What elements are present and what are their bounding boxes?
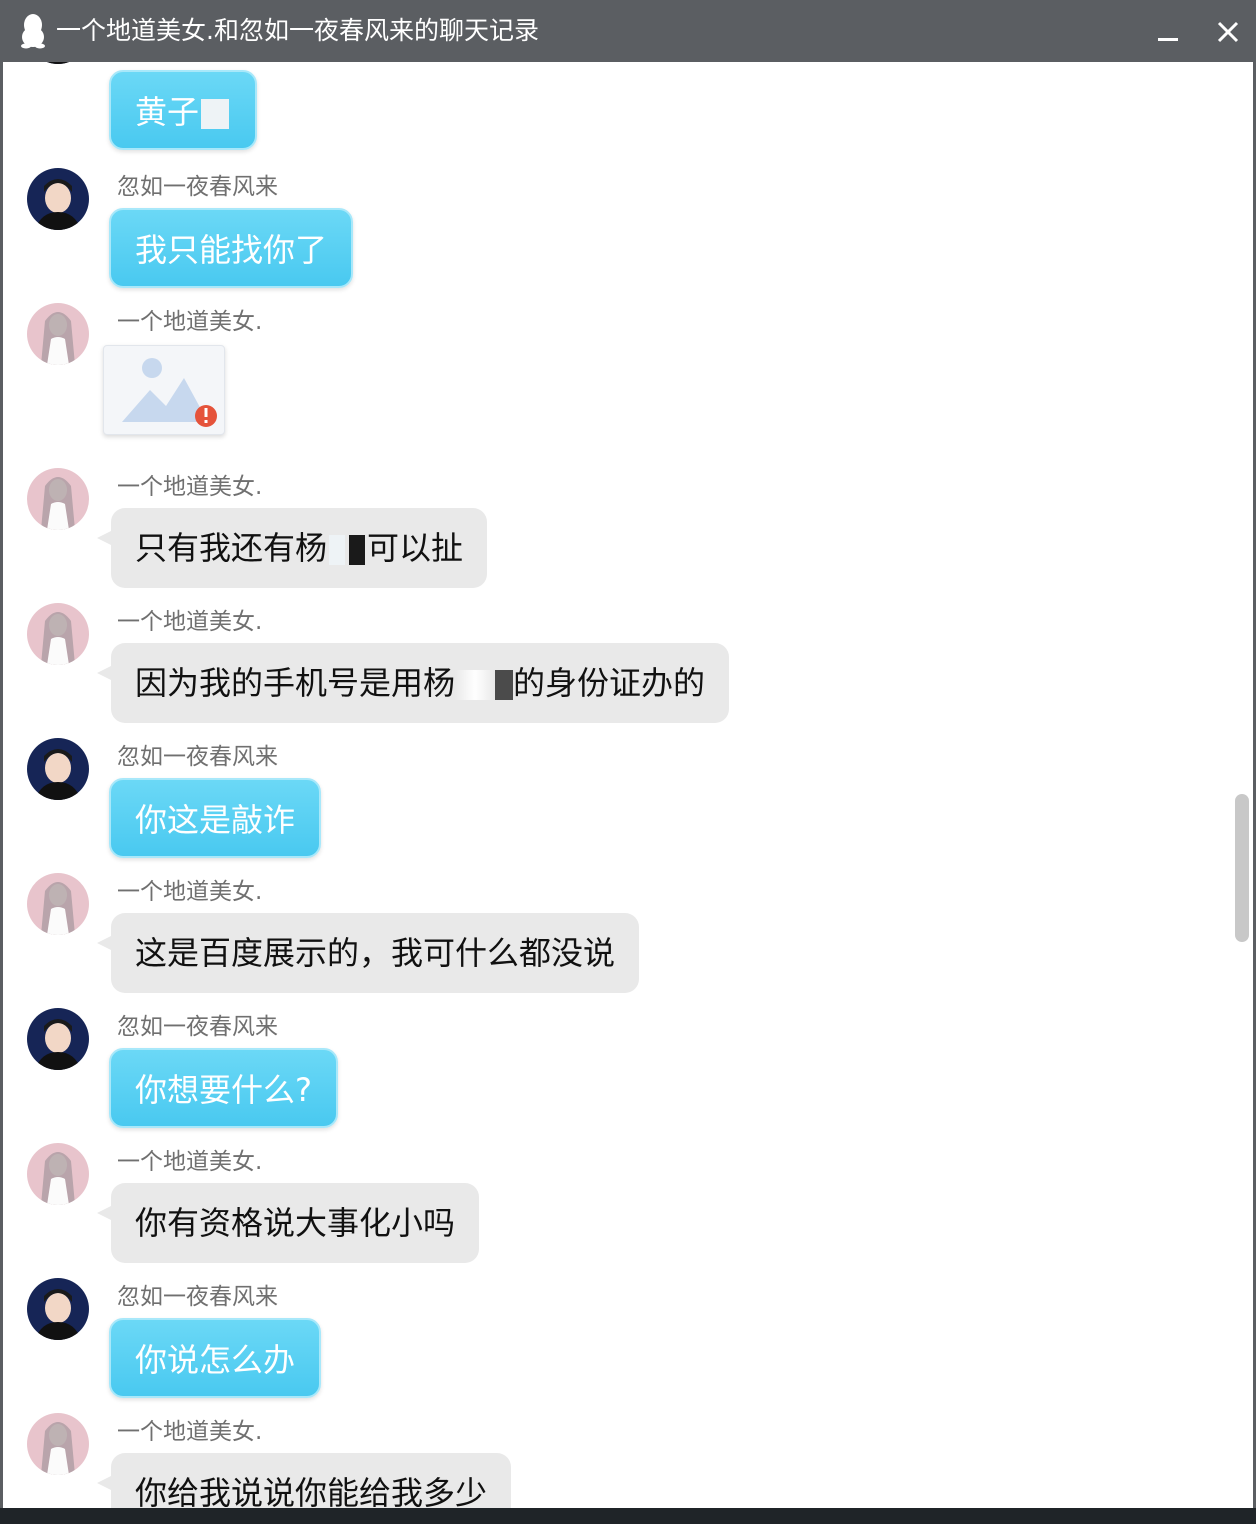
avatar-female-icon xyxy=(27,303,89,365)
avatar-female-icon xyxy=(27,1413,89,1475)
message-text: 可以扯 xyxy=(367,529,464,567)
message-text: 你这是敲诈 xyxy=(135,801,296,839)
sender-name: 一个地道美女. xyxy=(117,474,263,500)
message-text: 这是百度展示的，我可什么都没说 xyxy=(135,934,616,972)
message-text: 黄子 xyxy=(135,93,200,131)
message-bubble[interactable]: 你想要什么? xyxy=(109,1048,338,1128)
avatar-male[interactable] xyxy=(27,62,89,64)
window-bottom-edge xyxy=(0,1508,1256,1524)
sender-name: 忽如一夜春风来 xyxy=(117,1284,278,1310)
avatar-male[interactable] xyxy=(27,1008,89,1070)
window-titlebar: 一个地道美女.和忽如一夜春风来的聊天记录 xyxy=(0,0,1256,62)
avatar-male-icon xyxy=(27,168,89,230)
avatar-male[interactable] xyxy=(27,738,89,800)
chat-history[interactable]: 黄子 忽如一夜春风来 我只能找你了 一个地道美女. 一个地道美女. 只有我还有杨… xyxy=(0,62,1256,1508)
image-message[interactable] xyxy=(103,345,225,435)
avatar-female-icon xyxy=(27,468,89,530)
window-title: 一个地道美女.和忽如一夜春风来的聊天记录 xyxy=(56,16,539,45)
avatar-female-icon xyxy=(27,603,89,665)
message-text: 我只能找你了 xyxy=(135,231,328,269)
avatar-male-icon xyxy=(27,1008,89,1070)
avatar-female-icon xyxy=(27,873,89,935)
message-text: 你想要什么? xyxy=(135,1071,312,1109)
message-text: 因为我的手机号是用杨 xyxy=(135,664,456,702)
message-bubble[interactable]: 你这是敲诈 xyxy=(109,778,322,858)
redaction-mask xyxy=(349,535,366,565)
avatar-male[interactable] xyxy=(27,168,89,230)
avatar-female[interactable] xyxy=(27,303,89,365)
minimize-icon xyxy=(1158,38,1178,41)
message-text: 你给我说说你能给我多少 xyxy=(135,1474,488,1508)
minimize-button[interactable] xyxy=(1148,12,1188,52)
avatar-male-icon xyxy=(27,738,89,800)
qq-penguin-icon xyxy=(21,14,45,49)
sender-name: 忽如一夜春风来 xyxy=(117,1014,278,1040)
redaction-mask xyxy=(329,535,346,565)
sender-name: 一个地道美女. xyxy=(117,1149,263,1175)
message-text: 你有资格说大事化小吗 xyxy=(135,1204,456,1242)
redaction-mask xyxy=(201,99,230,129)
message-bubble[interactable]: 你有资格说大事化小吗 xyxy=(111,1183,480,1263)
message-bubble[interactable]: 这是百度展示的，我可什么都没说 xyxy=(111,913,640,993)
avatar-male-icon xyxy=(27,62,89,64)
sender-name: 一个地道美女. xyxy=(117,309,263,335)
sender-name: 一个地道美女. xyxy=(117,1419,263,1445)
message-bubble[interactable]: 只有我还有杨 可以扯 xyxy=(111,508,488,588)
avatar-female[interactable] xyxy=(27,468,89,530)
message-bubble[interactable]: 黄子 xyxy=(109,70,258,150)
avatar-female[interactable] xyxy=(27,603,89,665)
close-button[interactable] xyxy=(1208,12,1248,52)
avatar-male[interactable] xyxy=(27,1278,89,1340)
avatar-male-icon xyxy=(27,1278,89,1340)
broken-image-icon xyxy=(122,358,217,427)
sender-name: 忽如一夜春风来 xyxy=(117,744,278,770)
message-bubble[interactable]: 你说怎么办 xyxy=(109,1318,322,1398)
avatar-female-icon xyxy=(27,1143,89,1205)
message-bubble[interactable]: 因为我的手机号是用杨 的身份证办的 xyxy=(111,643,730,723)
message-text: 你说怎么办 xyxy=(135,1341,296,1379)
sender-name: 一个地道美女. xyxy=(117,609,263,635)
sender-name: 一个地道美女. xyxy=(117,879,263,905)
message-bubble[interactable]: 你给我说说你能给我多少 xyxy=(111,1453,512,1508)
avatar-female[interactable] xyxy=(27,1413,89,1475)
close-icon xyxy=(1217,21,1239,43)
scrollbar-thumb[interactable] xyxy=(1235,794,1249,942)
message-text: 只有我还有杨 xyxy=(135,529,328,567)
message-text: 的身份证办的 xyxy=(513,664,706,702)
sender-name: 忽如一夜春风来 xyxy=(117,174,278,200)
avatar-female[interactable] xyxy=(27,1143,89,1205)
redaction-mask xyxy=(455,670,514,700)
message-bubble[interactable]: 我只能找你了 xyxy=(109,208,354,288)
avatar-female[interactable] xyxy=(27,873,89,935)
